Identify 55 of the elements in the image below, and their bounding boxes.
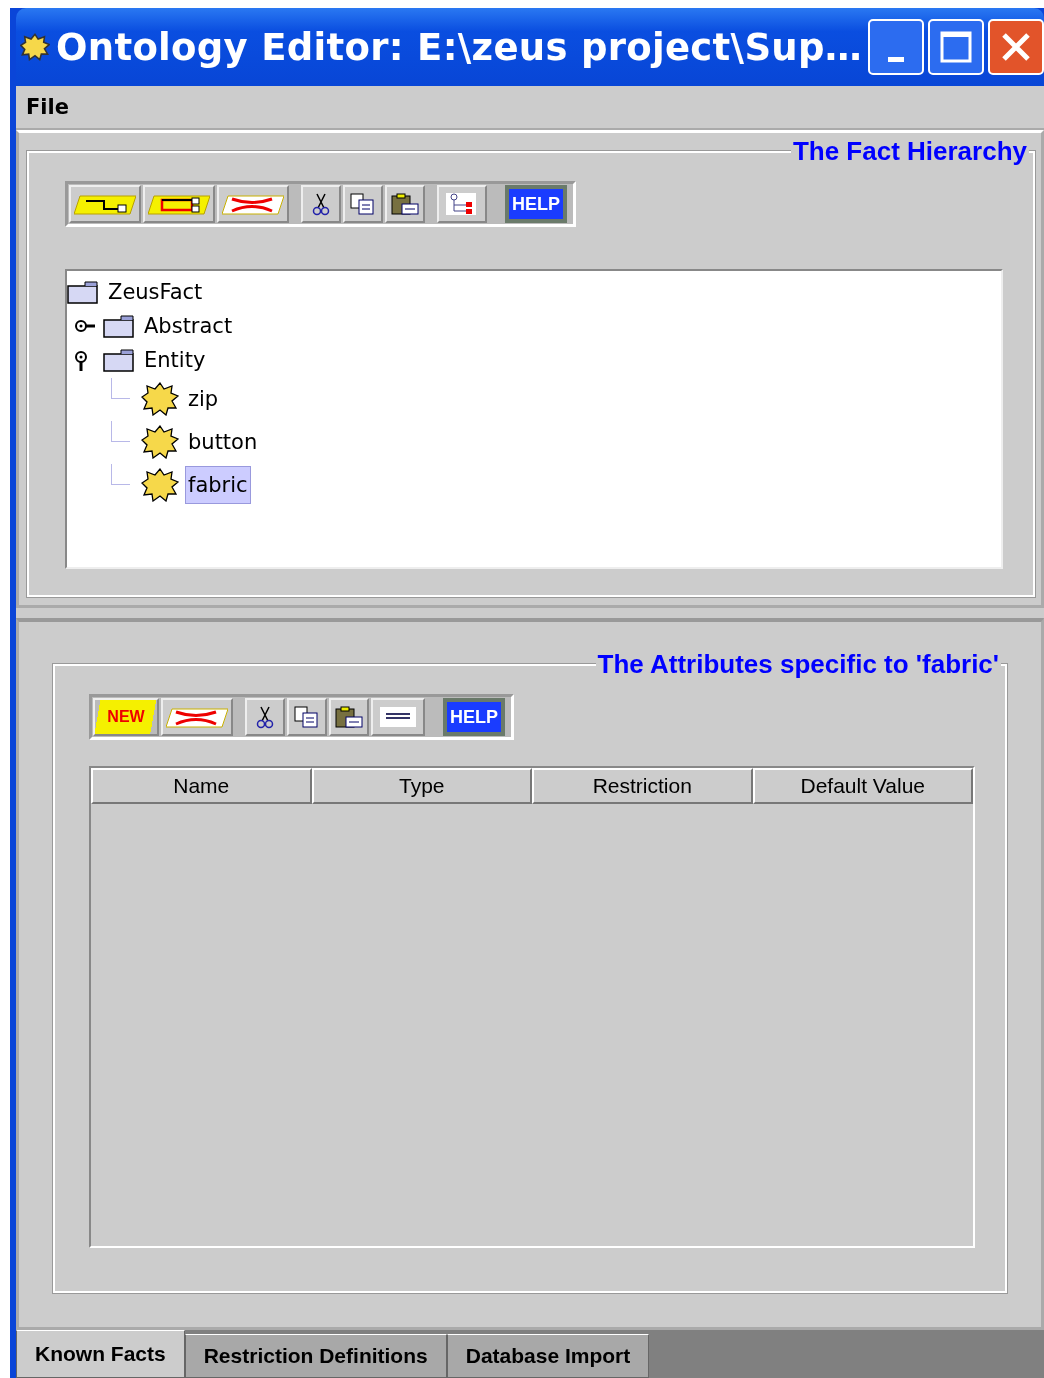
tree-connector-line: [111, 378, 130, 399]
scissors-icon: [254, 705, 276, 729]
add-box-button[interactable]: [143, 185, 215, 223]
add-node-button[interactable]: [69, 185, 141, 223]
tab[interactable]: Database Import: [446, 1334, 650, 1378]
folder-icon: [103, 348, 135, 372]
starburst-icon: [141, 424, 179, 459]
maximize-button[interactable]: [928, 19, 984, 75]
copy-button[interactable]: [343, 185, 383, 223]
tab[interactable]: Restriction Definitions: [184, 1334, 447, 1378]
cross-icon: [166, 705, 228, 729]
folder-icon: [67, 280, 99, 304]
column-header[interactable]: Restriction: [532, 768, 753, 804]
starburst-icon: [141, 381, 179, 416]
minimize-button[interactable]: [868, 19, 924, 75]
delete-button[interactable]: [161, 698, 233, 736]
tree-connector-line: [111, 421, 130, 442]
tree-node-label[interactable]: Entity: [141, 345, 209, 375]
starburst-icon: [20, 33, 50, 61]
line-button[interactable]: [371, 698, 425, 736]
window-title: Ontology Editor: E:\zeus project\Sup…: [56, 25, 864, 69]
paste-button[interactable]: [329, 698, 369, 736]
copy-icon: [349, 192, 377, 216]
column-header[interactable]: Type: [311, 768, 532, 804]
tree-connector-line: [111, 464, 130, 485]
column-header[interactable]: Default Value: [752, 768, 973, 804]
column-header[interactable]: Name: [91, 768, 312, 804]
tree-node-label[interactable]: fabric: [185, 465, 251, 504]
maximize-icon: [939, 30, 973, 64]
new-button[interactable]: NEW: [93, 698, 159, 736]
tree-node-label[interactable]: ZeusFact: [105, 277, 206, 307]
copy-button[interactable]: [287, 698, 327, 736]
help-button[interactable]: HELP: [443, 698, 505, 736]
starburst-icon: [141, 467, 179, 502]
cut-button[interactable]: [245, 698, 285, 736]
node-link-icon: [74, 192, 136, 216]
delete-button[interactable]: [217, 185, 289, 223]
menu-item[interactable]: File: [26, 95, 69, 119]
tree-node-label[interactable]: Abstract: [141, 311, 236, 341]
tree-node-label[interactable]: button: [185, 426, 261, 457]
close-button[interactable]: [988, 19, 1044, 75]
tab[interactable]: Known Facts: [16, 1330, 185, 1378]
paste-button[interactable]: [385, 185, 425, 223]
copy-icon: [293, 705, 321, 729]
box-node-icon: [148, 192, 210, 216]
cut-button[interactable]: [301, 185, 341, 223]
cross-icon: [222, 192, 284, 216]
folder-icon: [103, 314, 135, 338]
minimize-icon: [888, 56, 904, 62]
help-button[interactable]: HELP: [505, 185, 567, 223]
clipboard-icon: [390, 192, 420, 216]
tree-node-label[interactable]: zip: [185, 383, 222, 414]
tree-button[interactable]: [437, 185, 487, 223]
clipboard-icon: [334, 705, 364, 729]
scissors-icon: [310, 192, 332, 216]
